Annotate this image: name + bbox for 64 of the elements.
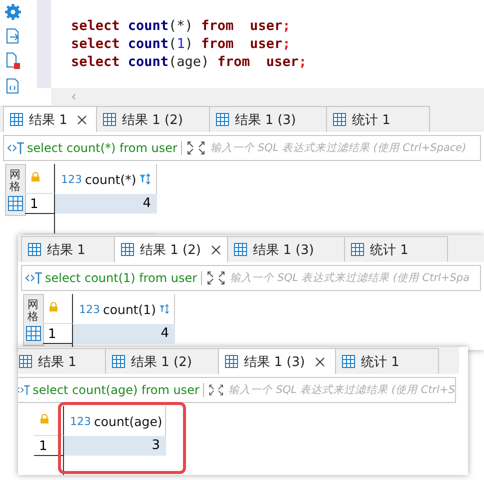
table-icon <box>19 355 32 368</box>
column-name: count(*) <box>85 172 136 186</box>
file-error-icon[interactable] <box>6 52 20 70</box>
query-text: select count(1) from user <box>43 271 202 285</box>
table-icon <box>351 243 364 256</box>
close-icon[interactable] <box>77 114 88 124</box>
expand-icon[interactable] <box>208 382 225 398</box>
result-tab[interactable]: 统计 1 <box>344 236 448 262</box>
filter-field[interactable]: select count(age) from user 输入一个 SQL 表达式来过滤结果 (使用 Ctrl+S <box>18 377 456 403</box>
export-icon[interactable] <box>6 28 20 44</box>
lock-icon <box>49 302 58 312</box>
filter-placeholder: 输入一个 SQL 表达式来过滤结果 (使用 Ctrl+Space) <box>210 141 466 155</box>
close-icon[interactable] <box>210 244 221 254</box>
query-text: select count(*) from user <box>25 141 182 155</box>
table-icon <box>234 243 247 256</box>
table-icon <box>103 113 116 126</box>
side-tab-label: 网格 <box>28 299 38 324</box>
grid-side-tab[interactable]: 网格 <box>22 294 44 346</box>
query-text: select count(age) from user <box>30 383 204 397</box>
filter-query-icon <box>18 383 31 397</box>
file-code-icon[interactable] <box>6 78 20 94</box>
filter-sort-icon[interactable] <box>139 171 152 187</box>
table-icon <box>333 113 346 126</box>
result-tab[interactable]: 结果 1 (2) <box>114 236 228 262</box>
expand-icon[interactable] <box>186 140 206 156</box>
filter-placeholder: 输入一个 SQL 表达式来过滤结果 (使用 Ctrl+Spa <box>230 271 470 285</box>
expand-icon[interactable] <box>206 270 226 286</box>
table-icon <box>216 113 229 126</box>
grid-icon <box>8 196 22 212</box>
code-line: select count(1) from user; <box>71 35 292 53</box>
empty-row-header <box>25 214 55 234</box>
side-tab-label: 网格 <box>10 169 20 194</box>
column-name: count(age) <box>94 414 162 428</box>
table-icon <box>28 243 41 256</box>
table-icon <box>342 355 355 368</box>
filter-query-icon <box>25 271 43 285</box>
filter-field[interactable]: select count(1) from user 输入一个 SQL 表达式来过滤结果 (使用 Ctrl+Spa <box>21 265 481 291</box>
code-line: select count(age) from user; <box>71 53 308 71</box>
column-name: count(1) <box>103 302 156 316</box>
filter-placeholder: 输入一个 SQL 表达式来过滤结果 (使用 Ctrl+S <box>228 383 455 397</box>
code-line: select count(*) from user; <box>71 17 292 35</box>
table-icon <box>121 243 134 256</box>
grid-icon <box>26 326 40 342</box>
table-icon <box>10 113 23 126</box>
filter-field[interactable]: select count(*) from user 输入一个 SQL 表达式来过滤结果 (使用 Ctrl+Space) <box>3 135 481 161</box>
result-tab[interactable]: 统计 1 <box>326 106 430 132</box>
table-cell: 3 <box>64 436 166 456</box>
type-label: 123 <box>70 414 91 428</box>
close-icon[interactable] <box>314 356 325 366</box>
filter-query-icon <box>7 141 25 155</box>
result-tab[interactable]: 结果 1 <box>21 236 115 262</box>
table-cell: 4 <box>55 194 157 214</box>
result-tab[interactable]: 结果 1 (3) <box>218 348 336 374</box>
table-icon <box>225 355 238 368</box>
gear-icon[interactable] <box>4 4 20 20</box>
lock-icon <box>31 172 40 182</box>
type-label: 123 <box>61 172 82 186</box>
table-icon <box>112 355 125 368</box>
type-label: 123 <box>79 302 100 316</box>
table-cell: 4 <box>73 324 175 344</box>
result-tab[interactable]: 结果 1 <box>3 106 97 132</box>
result-tab[interactable]: 统计 1 <box>335 348 439 374</box>
grid-side-tab[interactable]: 网格 <box>4 164 26 216</box>
lock-icon <box>40 414 49 424</box>
